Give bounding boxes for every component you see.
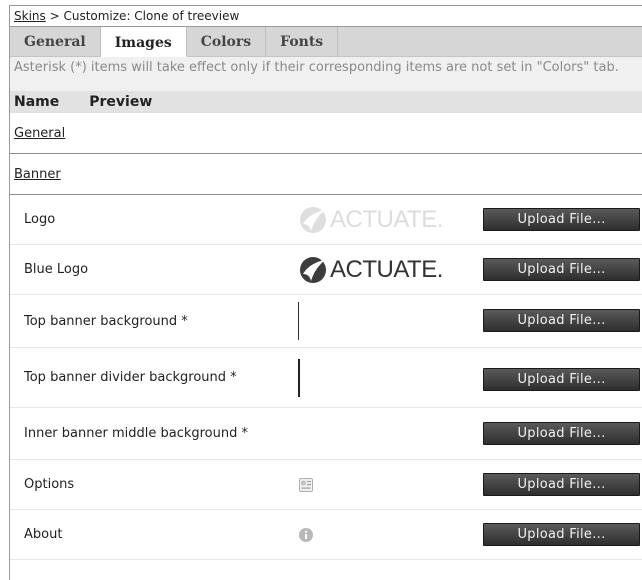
tab-general[interactable]: General <box>10 27 101 56</box>
top-banner-bg-preview <box>298 295 299 347</box>
upload-file-button[interactable]: Upload File... <box>483 473 640 496</box>
image-label: About <box>24 527 63 542</box>
tab-images[interactable]: Images <box>100 27 187 57</box>
image-row-logo: Logo ACTUATE. Upload File... <box>10 195 642 245</box>
image-label: Inner banner middle background * <box>24 426 249 441</box>
info-icon <box>299 527 313 542</box>
breadcrumb-current: Customize: Clone of treeview <box>63 9 240 23</box>
options-icon <box>299 477 313 492</box>
options-preview <box>298 460 314 509</box>
divider-bg-swatch <box>298 358 300 397</box>
column-header: Name Preview <box>10 91 642 113</box>
section-general-link[interactable]: General <box>14 126 65 141</box>
actuate-swoosh-icon <box>300 256 326 283</box>
image-label: Top banner divider background * <box>24 370 237 385</box>
section-general: General <box>10 113 642 154</box>
breadcrumb-separator: > <box>45 9 64 23</box>
about-preview <box>298 510 314 559</box>
logo-text: ACTUATE. <box>330 255 443 283</box>
logo-preview: ACTUATE. <box>298 195 443 244</box>
image-label: Logo <box>24 212 56 227</box>
image-row-options: Options Upload File... <box>10 460 642 510</box>
tab-bar-filler <box>338 27 642 56</box>
image-row-blue-logo: Blue Logo ACTUATE. Upload File... <box>10 245 642 295</box>
asterisk-note: Asterisk (*) items will take effect only… <box>10 57 642 91</box>
skin-customize-panel: Skins > Customize: Clone of treeview Gen… <box>9 5 642 580</box>
actuate-logo-faded: ACTUATE. <box>298 205 443 235</box>
section-banner-link[interactable]: Banner <box>14 167 61 182</box>
upload-file-button[interactable]: Upload File... <box>483 422 640 445</box>
section-banner: Banner <box>10 154 642 195</box>
image-label: Options <box>24 477 75 492</box>
logo-text: ACTUATE. <box>330 205 443 233</box>
tab-fonts[interactable]: Fonts <box>266 27 339 56</box>
blue-logo-preview: ACTUATE. <box>298 245 443 294</box>
image-label: Top banner background * <box>24 313 188 329</box>
breadcrumb: Skins > Customize: Clone of treeview <box>10 6 642 27</box>
upload-file-button[interactable]: Upload File... <box>483 208 640 231</box>
column-name: Name <box>14 94 60 110</box>
breadcrumb-skins-link[interactable]: Skins <box>14 9 46 23</box>
upload-file-button[interactable]: Upload File... <box>483 523 640 546</box>
top-banner-divider-preview <box>298 348 300 407</box>
actuate-logo: ACTUATE. <box>298 255 443 285</box>
upload-file-button[interactable]: Upload File... <box>483 258 640 281</box>
column-preview: Preview <box>89 94 153 110</box>
tab-colors[interactable]: Colors <box>187 27 267 56</box>
image-label: Blue Logo <box>24 262 89 277</box>
image-row-inner-banner-middle: Inner banner middle background * Upload … <box>10 408 642 460</box>
upload-file-button[interactable]: Upload File... <box>483 368 640 391</box>
banner-bg-swatch <box>298 302 299 340</box>
upload-file-button[interactable]: Upload File... <box>483 309 640 332</box>
actuate-swoosh-icon <box>300 206 326 233</box>
image-row-about: About Upload File... <box>10 510 642 560</box>
tab-bar: General Images Colors Fonts <box>10 27 642 57</box>
image-row-top-banner-divider: Top banner divider background * Upload F… <box>10 348 642 408</box>
image-row-top-banner-background: Top banner background * Upload File... <box>10 295 642 348</box>
